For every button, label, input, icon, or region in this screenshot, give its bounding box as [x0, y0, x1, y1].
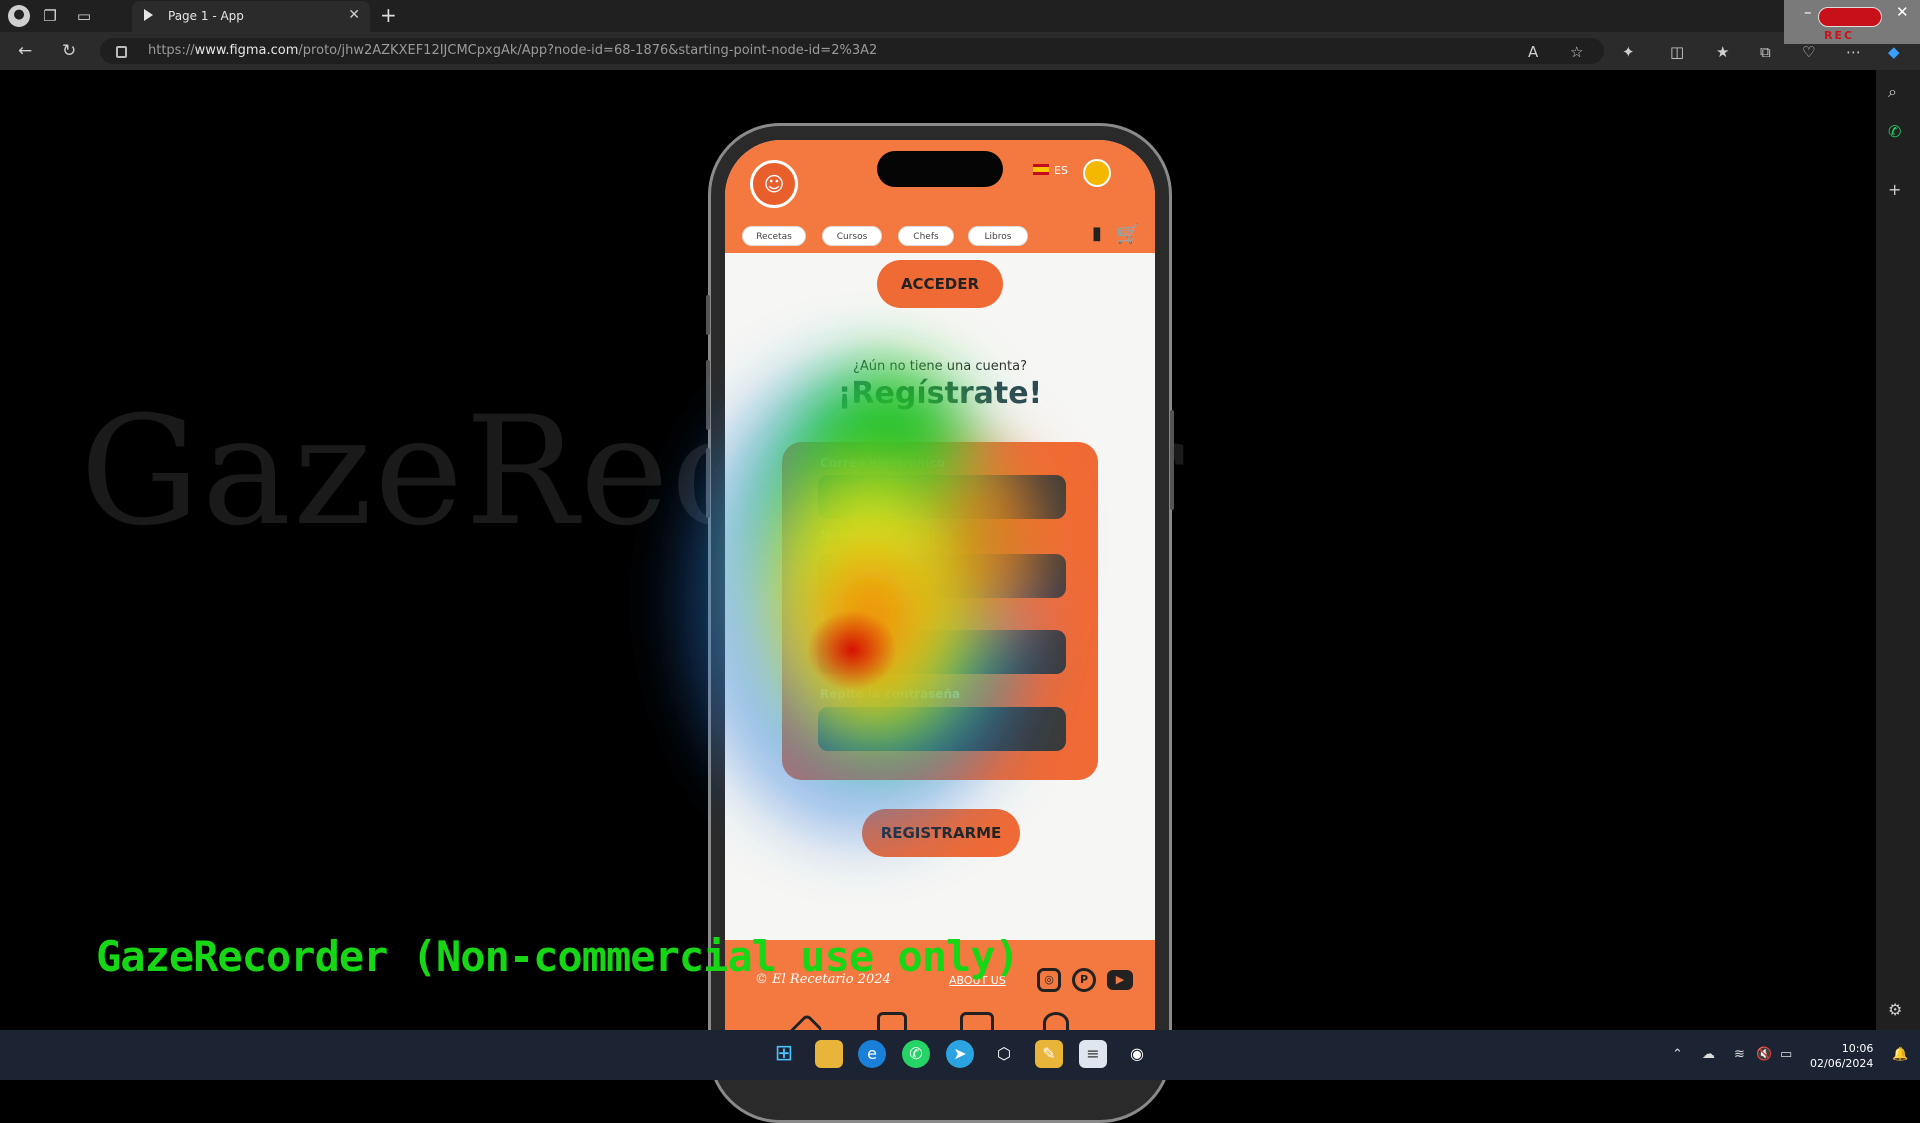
- list-nav-icon[interactable]: [960, 1012, 994, 1030]
- telegram-icon[interactable]: ➤: [946, 1040, 974, 1068]
- home-nav-icon[interactable]: [790, 1013, 824, 1030]
- repeat-password-field[interactable]: [818, 707, 1066, 751]
- close-tab-button[interactable]: ✕: [348, 7, 360, 23]
- phone-volume-up: [706, 360, 710, 430]
- nav-libros[interactable]: Libros: [968, 226, 1028, 246]
- favorite-star-icon[interactable]: ☆: [1570, 43, 1583, 61]
- app-header: ☺ ES Recetas Cursos Chefs Libros ▮ 🛒: [725, 140, 1155, 253]
- url-text: https://www.figma.com/proto/jhw2AZKXEF12…: [148, 43, 878, 58]
- whatsapp-icon[interactable]: ✆: [1888, 122, 1901, 141]
- app-logo[interactable]: ☺: [750, 160, 798, 208]
- user-icon[interactable]: [1083, 159, 1111, 187]
- system-clock[interactable]: 10:06 02/06/2024: [1810, 1041, 1873, 1071]
- battery-icon[interactable]: ▭: [1780, 1047, 1792, 1062]
- phone-volume-down: [706, 448, 710, 518]
- vertical-tabs-icon[interactable]: ▭: [74, 6, 94, 26]
- phone-power-button: [1170, 410, 1174, 510]
- notifications-icon[interactable]: 🔔: [1892, 1047, 1908, 1062]
- copilot-icon[interactable]: ◆: [1888, 43, 1900, 61]
- bookmark-icon[interactable]: ▮: [1092, 223, 1102, 244]
- phone-side-button: [706, 295, 710, 335]
- sidebar-settings-icon[interactable]: ⚙: [1888, 1000, 1902, 1019]
- username-label: Nombre de usuario: [820, 528, 950, 542]
- lock-icon: [116, 46, 127, 58]
- tab-title: Page 1 - App: [168, 9, 244, 23]
- instagram-icon[interactable]: ◎: [1037, 968, 1061, 992]
- profile-nav-icon[interactable]: [1043, 1012, 1069, 1030]
- edge-icon[interactable]: e: [858, 1040, 886, 1068]
- email-label: Correo electrónico: [820, 456, 945, 470]
- extensions-icon[interactable]: ✦: [1622, 43, 1635, 61]
- workspaces-icon[interactable]: ❐: [40, 6, 60, 26]
- language-selector[interactable]: ES: [1033, 164, 1068, 177]
- url-field[interactable]: https://www.figma.com/proto/jhw2AZKXEF12…: [100, 38, 1604, 64]
- tab-page-1-app[interactable]: Page 1 - App ✕: [132, 1, 370, 32]
- windows-start-icon[interactable]: ⊞: [770, 1040, 798, 1068]
- recorder-overlay: REC – ✕: [1784, 0, 1920, 44]
- register-title: ¡Regístrate!: [837, 376, 1043, 411]
- acceder-button[interactable]: ACCEDER: [877, 260, 1003, 308]
- youtube-icon[interactable]: ▶: [1107, 970, 1133, 990]
- minimize-icon[interactable]: –: [1804, 3, 1812, 21]
- edge-sidebar: ⌕ ✆ + ⚙: [1876, 70, 1920, 1030]
- gallery-nav-icon[interactable]: [877, 1012, 907, 1030]
- close-window-icon[interactable]: ✕: [1896, 3, 1909, 21]
- no-account-question: ¿Aún no tiene una cuenta?: [853, 359, 1027, 374]
- app-screen: ☺ ES Recetas Cursos Chefs Libros ▮ 🛒 ACC…: [725, 140, 1155, 1030]
- username-field[interactable]: [818, 554, 1066, 598]
- nav-recetas[interactable]: Recetas: [742, 226, 806, 246]
- gazerecorder-notice: GazeRecorder (Non-commercial use only): [96, 932, 1020, 981]
- email-field[interactable]: [818, 475, 1066, 519]
- split-screen-icon[interactable]: ◫: [1670, 43, 1684, 61]
- volume-muted-icon[interactable]: 🔇: [1756, 1047, 1772, 1062]
- file-explorer-icon[interactable]: [815, 1040, 843, 1068]
- read-aloud-icon[interactable]: A: [1528, 43, 1538, 61]
- search-icon[interactable]: ⌕: [1888, 82, 1897, 102]
- spain-flag-icon: [1033, 164, 1049, 175]
- new-tab-button[interactable]: +: [380, 3, 397, 27]
- dynamic-island: [877, 151, 1003, 187]
- more-menu-icon[interactable]: ⋯: [1846, 43, 1861, 61]
- add-sidebar-app-icon[interactable]: +: [1888, 180, 1901, 199]
- nav-cursos[interactable]: Cursos: [822, 226, 882, 246]
- browser-tab-bar: ● ❐ ▭ Page 1 - App ✕ +: [0, 0, 1920, 32]
- wifi-icon[interactable]: ≋: [1734, 1047, 1745, 1062]
- profile-icon[interactable]: ●: [8, 5, 30, 27]
- password-label: Contraseña: [820, 610, 898, 624]
- favorites-icon[interactable]: ★: [1716, 43, 1729, 61]
- whatsapp-taskbar-icon[interactable]: ✆: [902, 1040, 930, 1068]
- collections-icon[interactable]: ⧉: [1760, 43, 1771, 61]
- register-form-card: Correo electrónico Nombre de usuario Con…: [782, 442, 1098, 780]
- pinterest-icon[interactable]: P: [1072, 968, 1096, 992]
- notepad-icon[interactable]: ≡: [1079, 1040, 1107, 1068]
- repeat-password-label: Repite la contraseña: [820, 687, 961, 701]
- cart-icon[interactable]: 🛒: [1116, 222, 1140, 245]
- recording-indicator[interactable]: [1818, 7, 1882, 27]
- back-icon[interactable]: ←: [18, 41, 32, 61]
- tray-chevron-icon[interactable]: ⌃: [1672, 1047, 1683, 1062]
- nav-chefs[interactable]: Chefs: [898, 226, 954, 246]
- registrarme-button[interactable]: REGISTRARME: [862, 809, 1020, 857]
- clock-date: 02/06/2024: [1810, 1057, 1874, 1070]
- health-icon[interactable]: ♡: [1802, 43, 1815, 61]
- rec-label: REC: [1824, 29, 1855, 42]
- gazerecorder-taskbar-icon[interactable]: ◉: [1123, 1040, 1151, 1068]
- refresh-icon[interactable]: ↻: [62, 41, 76, 61]
- package-icon[interactable]: ⬡: [990, 1040, 1018, 1068]
- clock-time: 10:06: [1841, 1042, 1874, 1055]
- tools-icon[interactable]: ✎: [1035, 1040, 1063, 1068]
- figma-play-icon: [144, 9, 153, 21]
- onedrive-icon[interactable]: ☁: [1702, 1047, 1715, 1062]
- password-field[interactable]: [818, 630, 1066, 674]
